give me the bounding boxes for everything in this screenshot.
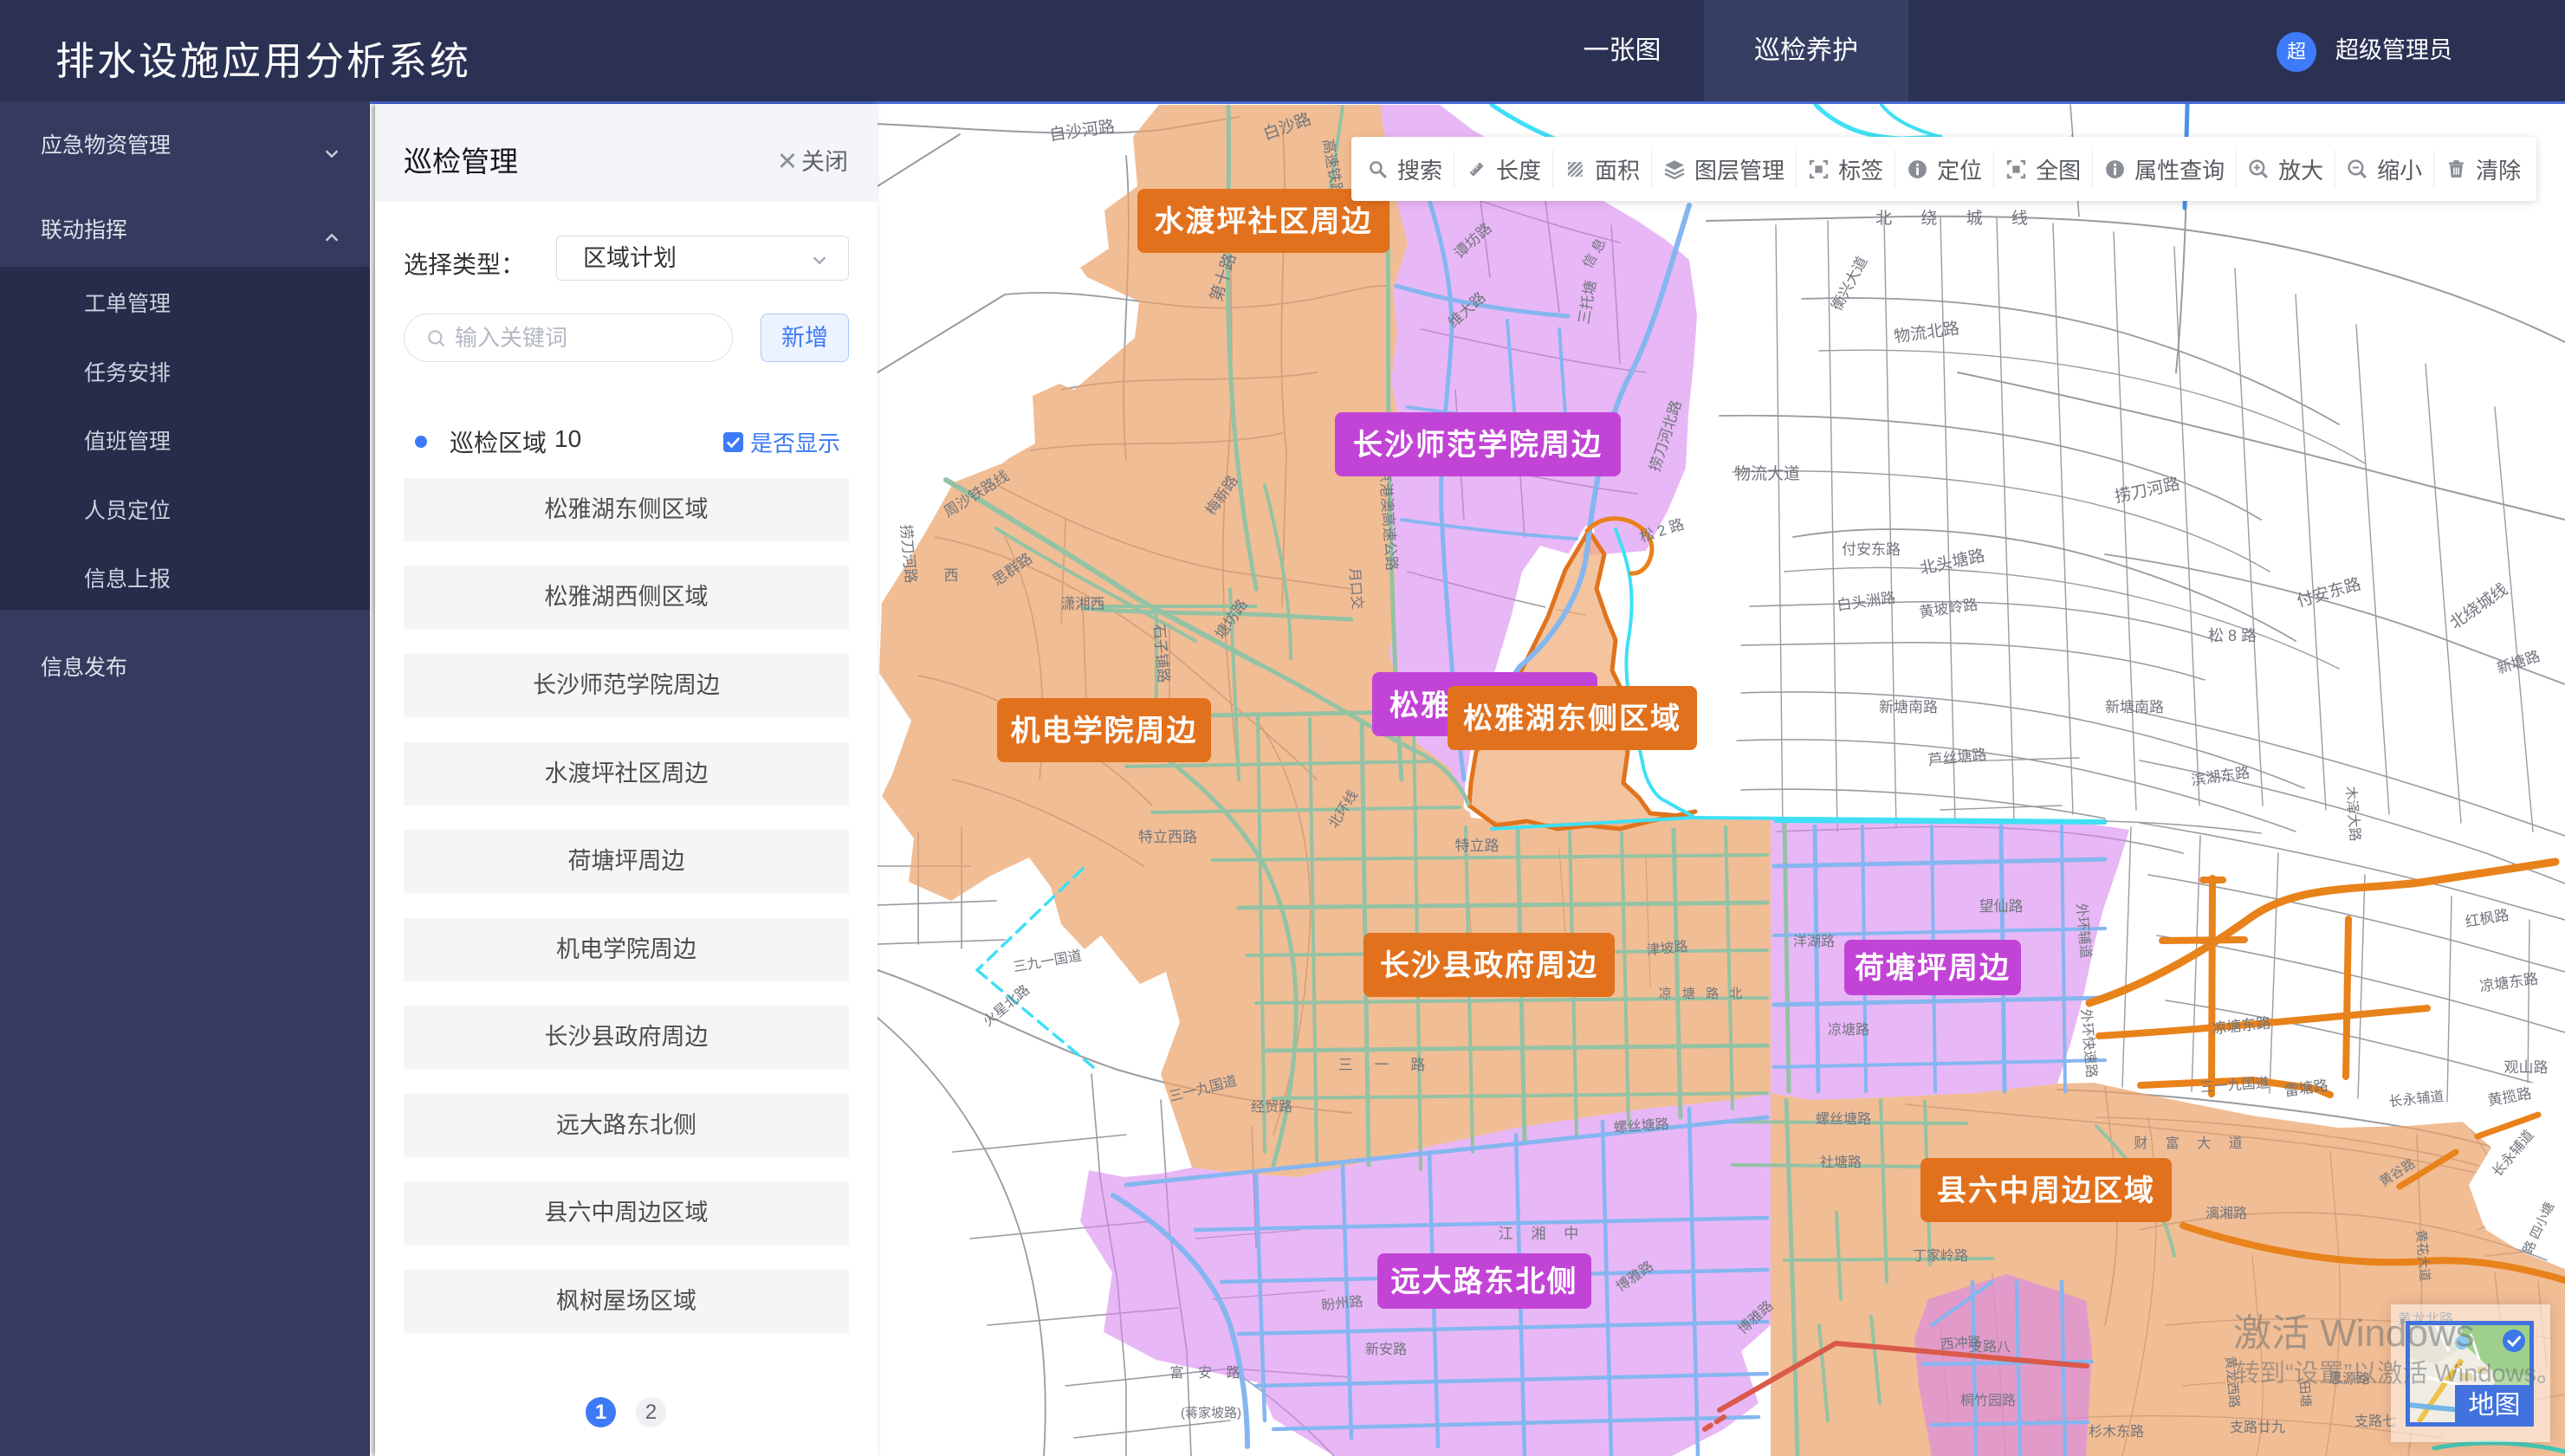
- svg-text:新塘南路: 新塘南路: [2105, 699, 2164, 715]
- svg-text:北绕城线: 北绕城线: [2446, 579, 2511, 633]
- svg-text:杉木东路: 杉木东路: [2089, 1424, 2144, 1440]
- svg-text:县六中周边区域: 县六中周边区域: [1937, 1175, 2155, 1207]
- svg-text:远大路东北侧: 远大路东北侧: [1391, 1265, 1578, 1298]
- svg-text:富 安 路: 富 安 路: [1170, 1365, 1246, 1381]
- svg-text:自沙河路: 自沙河路: [1048, 117, 1116, 145]
- svg-text:桐竹园路: 桐竹园路: [1960, 1393, 2016, 1408]
- svg-text:财 富 大 道: 财 富 大 道: [2134, 1136, 2249, 1151]
- svg-text:三 一 路: 三 一 路: [1338, 1057, 1434, 1073]
- svg-text:凉塘东路: 凉塘东路: [2478, 970, 2539, 994]
- svg-text:社塘路: 社塘路: [1820, 1155, 1862, 1170]
- svg-text:芦丝塘路: 芦丝塘路: [1927, 747, 1988, 769]
- svg-text:凉塘路: 凉塘路: [1828, 1022, 1869, 1038]
- svg-text:火星北路: 火星北路: [980, 982, 1033, 1030]
- svg-text:雷塘路: 雷塘路: [2283, 1077, 2329, 1100]
- svg-text:洋湖路: 洋湖路: [1793, 934, 1835, 949]
- svg-text:荷塘坪周边: 荷塘坪周边: [1855, 952, 2011, 985]
- svg-text:支路七: 支路七: [2354, 1414, 2396, 1429]
- svg-text:红枫路: 红枫路: [2464, 907, 2510, 931]
- svg-text:付安东路: 付安东路: [2295, 574, 2363, 611]
- svg-text:长沙县政府周边: 长沙县政府周边: [1380, 948, 1598, 982]
- svg-text:支路廿九: 支路廿九: [2230, 1420, 2285, 1435]
- svg-text:白头洲路: 白头洲路: [1836, 589, 1896, 613]
- svg-text:月口交: 月口交: [1346, 567, 1364, 610]
- svg-text:付安东路: 付安东路: [1842, 541, 1901, 558]
- svg-text:水渡坪社区周边: 水渡坪社区周边: [1155, 205, 1373, 238]
- svg-text:望仙路: 望仙路: [1979, 898, 2024, 915]
- svg-text:三九一国道: 三九一国道: [1012, 948, 1083, 975]
- svg-text:北 绕 城 线: 北 绕 城 线: [1875, 209, 2040, 228]
- svg-text:黄坡岭路: 黄坡岭路: [1918, 596, 1979, 620]
- svg-text:螺丝塘路: 螺丝塘路: [1816, 1111, 1871, 1127]
- svg-text:特立西路: 特立西路: [1138, 829, 1197, 845]
- svg-text:经贸路: 经贸路: [1251, 1099, 1292, 1115]
- svg-text:松雅湖东侧区域: 松雅湖东侧区域: [1463, 702, 1681, 735]
- svg-text:长永辅道: 长永辅道: [2388, 1089, 2445, 1110]
- svg-text:特立路: 特立路: [1455, 838, 1499, 854]
- svg-text:外环快速路: 外环快速路: [2078, 1008, 2100, 1078]
- svg-text:西: 西: [944, 567, 959, 584]
- svg-text:漓湘路: 漓湘路: [2206, 1206, 2247, 1221]
- svg-text:江 湘 中: 江 湘 中: [1499, 1226, 1585, 1242]
- svg-text:松 8 路: 松 8 路: [2208, 627, 2257, 644]
- svg-text:新安路: 新安路: [1365, 1342, 1407, 1357]
- svg-text:凉 塘 路 北: 凉 塘 路 北: [1659, 987, 1746, 1001]
- svg-text:机电学院周边: 机电学院周边: [1011, 714, 1198, 747]
- svg-text:衡兴大道: 衡兴大道: [1829, 254, 1871, 314]
- svg-text:木泽大路: 木泽大路: [2342, 786, 2363, 842]
- svg-text:新塘南路: 新塘南路: [1879, 699, 1938, 715]
- svg-text:物流北路: 物流北路: [1893, 319, 1960, 346]
- svg-text:支路八: 支路八: [1969, 1339, 2011, 1355]
- svg-text:观山路: 观山路: [2504, 1059, 2549, 1076]
- svg-text:北头塘路: 北头塘路: [1918, 546, 1986, 578]
- svg-text:潇湘西: 潇湘西: [1061, 596, 1105, 612]
- svg-text:物流大道: 物流大道: [1734, 464, 1800, 483]
- svg-text:丁家岭路: 丁家岭路: [1913, 1248, 1968, 1264]
- svg-text:凉塘东路: 凉塘东路: [2212, 1015, 2272, 1038]
- svg-text:滨湖东路: 滨湖东路: [2190, 764, 2251, 788]
- svg-text:长沙师范学院周边: 长沙师范学院周边: [1353, 428, 1603, 462]
- svg-text:(蒋家坡路): (蒋家坡路): [1181, 1406, 1241, 1420]
